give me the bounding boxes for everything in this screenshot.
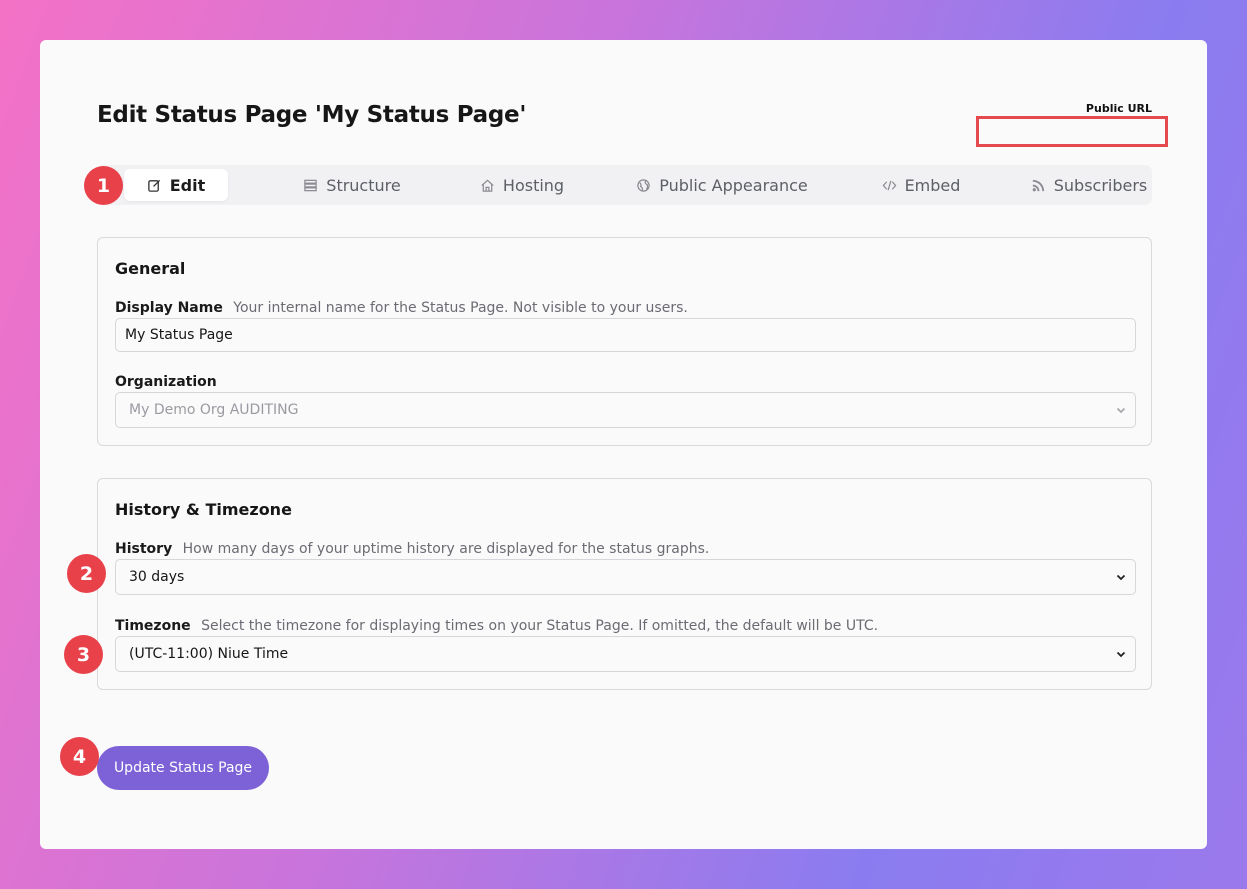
timezone-label-text: Timezone <box>115 618 191 634</box>
page-title: Edit Status Page 'My Status Page' <box>97 102 527 128</box>
tab-hosting[interactable]: Hosting <box>467 169 577 201</box>
update-status-page-button[interactable]: Update Status Page <box>97 746 269 790</box>
timezone-value: (UTC-11:00) Niue Time <box>129 646 289 662</box>
tab-edit-label: Edit <box>169 175 206 195</box>
history-timezone-section-title: History & Timezone <box>115 500 292 519</box>
home-icon <box>481 179 494 192</box>
chevron-down-icon <box>1116 651 1126 658</box>
step-badge-4: 4 <box>60 737 99 776</box>
chevron-down-icon <box>1116 574 1126 581</box>
history-value: 30 days <box>129 569 185 585</box>
timezone-desc: Select the timezone for displaying times… <box>201 618 879 634</box>
history-desc: How many days of your uptime history are… <box>182 541 710 557</box>
tab-public-appearance[interactable]: Public Appearance <box>632 169 812 201</box>
history-label-text: History <box>115 541 173 557</box>
tab-public-appearance-label: Public Appearance <box>659 175 808 195</box>
edit-status-page-card: Edit Status Page 'My Status Page' Public… <box>40 40 1207 849</box>
rss-icon <box>1032 179 1044 191</box>
tab-subscribers[interactable]: Subscribers <box>1027 169 1151 201</box>
display-name-input[interactable]: My Status Page <box>115 318 1136 352</box>
tab-structure-label: Structure <box>326 175 401 195</box>
tab-bar: Edit Structure Hosting Public Appearance… <box>97 165 1152 205</box>
public-url-field[interactable] <box>976 116 1168 147</box>
step-badge-2: 2 <box>67 554 106 593</box>
tab-hosting-label: Hosting <box>502 175 565 195</box>
history-select[interactable]: 30 days <box>115 559 1136 595</box>
timezone-select[interactable]: (UTC-11:00) Niue Time <box>115 636 1136 672</box>
public-url-label: Public URL <box>1085 102 1152 115</box>
general-section: General Display Name Your internal name … <box>97 237 1152 446</box>
organization-label-text: Organization <box>115 374 217 390</box>
display-name-desc: Your internal name for the Status Page. … <box>233 300 688 316</box>
step-badge-1: 1 <box>84 166 123 205</box>
tab-embed-label: Embed <box>904 175 961 195</box>
globe-icon <box>637 178 650 192</box>
timezone-label: Timezone Select the timezone for display… <box>115 618 878 634</box>
code-icon <box>882 180 896 190</box>
history-label: History How many days of your uptime his… <box>115 541 709 557</box>
general-section-title: General <box>115 259 186 278</box>
structure-icon <box>304 179 318 191</box>
tab-subscribers-label: Subscribers <box>1053 175 1148 195</box>
edit-icon <box>147 179 160 192</box>
display-name-label-text: Display Name <box>115 300 223 316</box>
organization-select[interactable]: My Demo Org AUDITING <box>115 392 1136 428</box>
organization-label: Organization <box>115 374 223 390</box>
chevron-down-icon <box>1116 407 1126 414</box>
organization-value: My Demo Org AUDITING <box>129 402 299 418</box>
tab-edit[interactable]: Edit <box>124 169 228 201</box>
tab-embed[interactable]: Embed <box>873 169 969 201</box>
display-name-label: Display Name Your internal name for the … <box>115 300 688 316</box>
history-timezone-section: History & Timezone History How many days… <box>97 478 1152 690</box>
step-badge-3: 3 <box>64 635 103 674</box>
tab-structure[interactable]: Structure <box>293 169 411 201</box>
